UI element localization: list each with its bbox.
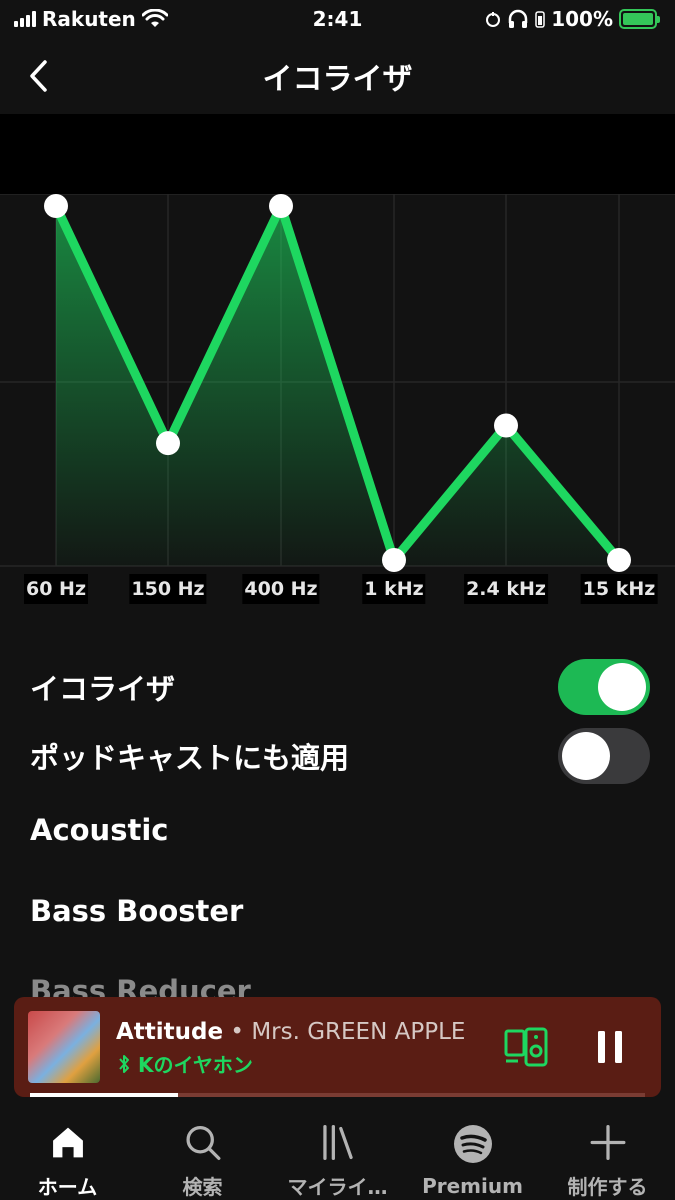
tab-create[interactable]: 制作する (540, 1108, 675, 1200)
clock: 2:41 (312, 7, 363, 31)
eq-handle-2[interactable] (269, 194, 293, 218)
status-right: 100% (485, 7, 660, 31)
battery-small-icon (535, 11, 545, 28)
tab-bar: ホーム 検索 マイライ… Premium 制作する (0, 1108, 675, 1200)
toggle-knob (562, 732, 610, 780)
bluetooth-icon (119, 1054, 129, 1073)
eq-handle-3[interactable] (382, 548, 406, 572)
headphones-icon (508, 9, 528, 28)
podcast-setting-row: ポッドキャストにも適用 (30, 726, 650, 786)
track-separator: • (223, 1019, 252, 1045)
eq-band-label: 150 Hz (129, 574, 207, 604)
equalizer-chart[interactable] (0, 194, 675, 614)
battery-icon (619, 9, 660, 29)
tab-create-label: 制作する (567, 1175, 648, 1199)
eq-band-label: 15 kHz (580, 574, 658, 604)
location-icon (486, 12, 501, 27)
device-info: Kのイヤホン (118, 1049, 253, 1078)
connect-device-button[interactable] (504, 1027, 548, 1067)
tab-home-label: ホーム (37, 1175, 98, 1199)
playback-progress-fill (30, 1093, 178, 1097)
status-left: Rakuten (14, 7, 168, 31)
signal-icon (14, 11, 36, 27)
eq-band-label: 60 Hz (23, 574, 89, 604)
carrier-name: Rakuten (42, 7, 136, 31)
track-artist: Mrs. GREEN APPLE (251, 1019, 466, 1045)
chevron-left-icon (30, 60, 47, 92)
search-icon (185, 1125, 220, 1160)
tab-home[interactable]: ホーム (0, 1108, 135, 1200)
playback-progress (30, 1093, 645, 1097)
home-icon (52, 1127, 83, 1158)
status-bar: Rakuten 2:41 100% (0, 0, 675, 38)
eq-handle-0[interactable] (44, 194, 68, 218)
plus-icon (590, 1125, 625, 1160)
equalizer-setting-row: イコライザ (30, 657, 650, 717)
track-info: Attitude • Mrs. GREEN APPLE (116, 1019, 465, 1045)
preset-bass-booster[interactable]: Bass Booster (30, 894, 243, 928)
tab-search[interactable]: 検索 (135, 1108, 270, 1200)
toggle-knob (598, 663, 646, 711)
eq-band-label: 2.4 kHz (464, 574, 548, 604)
wifi-icon (141, 9, 168, 27)
tab-premium-label: Premium (422, 1174, 523, 1198)
tab-library-label: マイライ… (287, 1175, 388, 1199)
library-icon (322, 1125, 353, 1160)
podcast-setting-label: ポッドキャストにも適用 (30, 741, 350, 775)
header: イコライザ (0, 38, 675, 114)
eq-handle-4[interactable] (494, 413, 518, 438)
equalizer-toggle[interactable] (558, 659, 650, 715)
track-title: Attitude (116, 1019, 224, 1045)
album-art (28, 1011, 100, 1083)
tab-premium[interactable]: Premium (405, 1108, 540, 1200)
spotify-icon (453, 1125, 492, 1163)
eq-band-label: 400 Hz (242, 574, 320, 604)
back-button[interactable] (18, 56, 58, 96)
mini-player[interactable]: Attitude • Mrs. GREEN APPLE Kのイヤホン (14, 997, 661, 1097)
tab-library[interactable]: マイライ… (270, 1108, 405, 1200)
equalizer-setting-label: イコライザ (30, 672, 176, 706)
visualizer-band (0, 114, 675, 194)
page-title: イコライザ (262, 62, 413, 97)
device-name: Kのイヤホン (138, 1053, 253, 1077)
podcast-toggle[interactable] (558, 728, 650, 784)
eq-handle-5[interactable] (607, 548, 631, 572)
eq-band-label: 1 kHz (362, 574, 426, 604)
eq-handle-1[interactable] (156, 431, 180, 456)
pause-button[interactable] (590, 1027, 630, 1067)
preset-acoustic[interactable]: Acoustic (30, 813, 168, 847)
tab-search-label: 検索 (182, 1175, 223, 1199)
battery-percent: 100% (551, 7, 613, 31)
